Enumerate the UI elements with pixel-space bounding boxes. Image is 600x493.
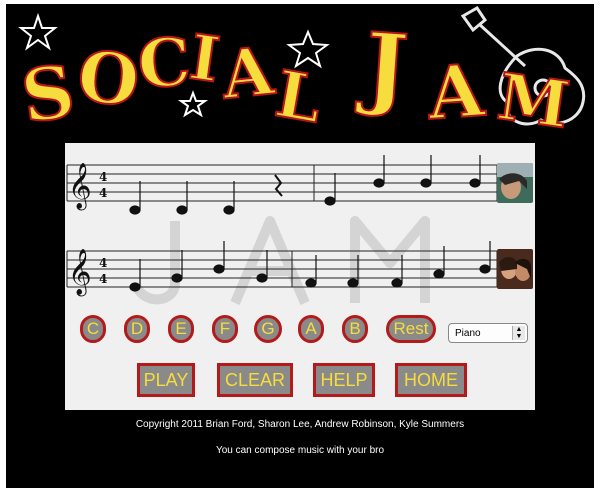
user-avatar bbox=[497, 249, 533, 289]
note-button-g[interactable]: G bbox=[254, 315, 282, 343]
note-button-d[interactable]: D bbox=[124, 315, 150, 343]
home-button[interactable]: HOME bbox=[395, 363, 467, 397]
instrument-select[interactable]: Piano ▲ ▼ bbox=[448, 323, 528, 343]
note-button-a[interactable]: A bbox=[298, 315, 324, 343]
note[interactable] bbox=[479, 241, 491, 274]
app-logo: S O C I A L J A M bbox=[0, 0, 600, 150]
user-avatar bbox=[497, 163, 533, 203]
title-letter-s: S bbox=[15, 47, 80, 140]
treble-clef-icon: 𝄞 bbox=[68, 249, 92, 297]
rest-button[interactable]: Rest bbox=[386, 315, 436, 343]
tagline-text: You can compose music with your bro bbox=[215, 445, 385, 456]
note-button-e[interactable]: E bbox=[168, 315, 194, 343]
note[interactable] bbox=[213, 241, 225, 274]
title-letter-a: A bbox=[217, 31, 278, 116]
time-sig-bottom: 4 bbox=[99, 272, 107, 286]
note[interactable] bbox=[171, 250, 183, 283]
time-sig-top: 4 bbox=[99, 256, 107, 270]
select-arrows-icon: ▲ ▼ bbox=[512, 326, 525, 340]
note[interactable] bbox=[469, 155, 481, 188]
help-button[interactable]: HELP bbox=[313, 363, 375, 397]
note[interactable] bbox=[256, 250, 268, 283]
title-letter-o: O bbox=[73, 33, 144, 124]
title-letter-m: M bbox=[492, 58, 575, 144]
time-sig-top: 4 bbox=[99, 170, 107, 184]
instrument-select-value: Piano bbox=[455, 327, 481, 339]
note[interactable] bbox=[129, 259, 141, 292]
title-letter-a2: A bbox=[424, 46, 488, 137]
time-sig-bottom: 4 bbox=[99, 186, 107, 200]
note[interactable] bbox=[373, 155, 385, 188]
copyright-text: Copyright 2011 Brian Ford, Sharon Lee, A… bbox=[135, 419, 465, 430]
note[interactable] bbox=[420, 155, 432, 188]
note[interactable] bbox=[223, 181, 235, 215]
title-letter-c: C bbox=[134, 21, 194, 104]
note[interactable] bbox=[324, 173, 336, 206]
quarter-rest-icon[interactable] bbox=[274, 174, 283, 197]
note-button-c[interactable]: C bbox=[80, 315, 106, 343]
note[interactable] bbox=[129, 181, 141, 215]
note[interactable] bbox=[176, 181, 188, 215]
note-button-f[interactable]: F bbox=[212, 315, 238, 343]
play-button[interactable]: PLAY bbox=[137, 363, 195, 397]
treble-clef-icon: 𝄞 bbox=[68, 163, 92, 211]
title-letter-j: J bbox=[360, 12, 412, 123]
clear-button[interactable]: CLEAR bbox=[217, 363, 293, 397]
note-button-b[interactable]: B bbox=[342, 315, 368, 343]
